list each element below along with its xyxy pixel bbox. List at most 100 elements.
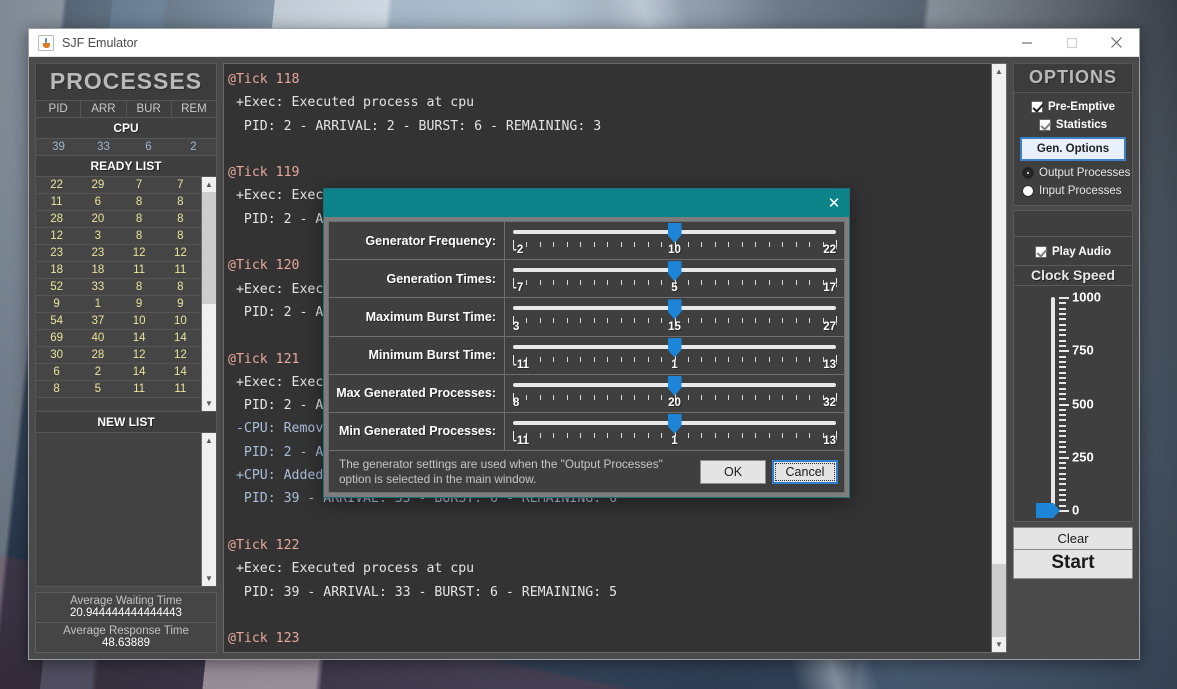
table-row[interactable]: 22 29 7 7 xyxy=(36,177,201,194)
clock-tick xyxy=(1059,467,1066,470)
scrollbar-thumb[interactable] xyxy=(992,564,1006,637)
cancel-button[interactable]: Cancel xyxy=(772,459,838,484)
new-list-scrollbar[interactable]: ▲ ▼ xyxy=(201,433,216,586)
checkbox-statistics[interactable]: Statistics xyxy=(1014,116,1132,134)
scroll-up-icon[interactable]: ▲ xyxy=(992,64,1006,79)
table-cell: 28 xyxy=(50,213,64,225)
clock-tick xyxy=(1059,462,1066,465)
table-cell: 12 xyxy=(173,349,187,361)
new-list-rows xyxy=(36,433,201,586)
table-cell: 7 xyxy=(177,179,184,191)
slider-control[interactable]: 3 15 27 xyxy=(505,298,844,335)
table-row[interactable]: 9 1 9 9 xyxy=(36,296,201,313)
clock-tick xyxy=(1059,478,1066,481)
radio-icon xyxy=(1022,167,1034,179)
ok-button[interactable]: OK xyxy=(700,459,766,484)
table-cell: 30 xyxy=(50,349,64,361)
radio-output-processes[interactable]: Output Processes xyxy=(1014,164,1132,182)
table-row[interactable]: 52 33 8 8 xyxy=(36,279,201,296)
cpu-row: 39 33 6 2 xyxy=(35,139,217,156)
radio-icon xyxy=(1022,185,1034,197)
table-cell: 12 xyxy=(132,247,146,259)
table-row[interactable]: 54 37 10 10 xyxy=(36,313,201,330)
table-row[interactable]: 28 20 8 8 xyxy=(36,211,201,228)
options-title: OPTIONS xyxy=(1013,63,1133,93)
slider-control[interactable]: -2 10 22 xyxy=(505,222,844,259)
table-cell: 20 xyxy=(91,213,105,225)
slider-value-labels: -11 1 13 xyxy=(513,435,836,449)
dialog-body: Generator Frequency: -2 10 22 Generation Tim… xyxy=(324,217,849,497)
clear-button[interactable]: Clear xyxy=(1013,527,1133,550)
clock-tick xyxy=(1059,307,1066,310)
slider-row: Max Generated Processes: 8 20 32 xyxy=(328,374,845,413)
average-waiting-time: Average Waiting Time 20.944444444444443 xyxy=(35,592,217,623)
start-button[interactable]: Start xyxy=(1013,550,1133,579)
options-spacer xyxy=(1013,210,1133,237)
checkbox-pre-emptive[interactable]: Pre-Emptive xyxy=(1014,98,1132,116)
clock-tick xyxy=(1059,334,1066,337)
scroll-down-icon[interactable]: ▼ xyxy=(992,637,1006,652)
table-cell: 7 xyxy=(135,179,143,191)
console-line: PID: 39 - ARRIVAL: 33 - BURST: 6 - REMAI… xyxy=(228,584,618,600)
ready-list-scrollbar[interactable]: ▲ ▼ xyxy=(201,177,216,411)
table-row[interactable]: 8 5 11 11 xyxy=(36,381,201,398)
clock-slider-thumb[interactable] xyxy=(1036,503,1060,518)
table-row[interactable]: 30 28 12 12 xyxy=(36,347,201,364)
clock-speed-slider[interactable]: 1000 750 500 250 0 xyxy=(1013,286,1133,522)
table-row[interactable]: 11 6 8 8 xyxy=(36,194,201,211)
slider-control[interactable]: 8 20 32 xyxy=(505,375,844,412)
slider-list: Generator Frequency: -2 10 22 Generation Tim… xyxy=(328,221,845,452)
gen-options-button[interactable]: Gen. Options xyxy=(1020,137,1126,161)
scroll-down-icon[interactable]: ▼ xyxy=(202,571,216,586)
table-row[interactable]: 23 23 12 12 xyxy=(36,245,201,262)
table-row[interactable]: 69 40 14 14 xyxy=(36,330,201,347)
clock-tick xyxy=(1059,382,1066,385)
slider-control[interactable]: -7 5 17 xyxy=(505,260,844,297)
slider-min-label: -11 xyxy=(513,358,529,371)
clock-slider-track xyxy=(1051,297,1055,509)
slider-min-label: 8 xyxy=(513,396,520,409)
clock-tick xyxy=(1059,355,1066,358)
clock-tick xyxy=(1059,414,1066,417)
table-cell: 33 xyxy=(91,281,105,293)
radio-input-processes[interactable]: Input Processes xyxy=(1014,182,1132,200)
scroll-down-icon[interactable]: ▼ xyxy=(202,396,216,411)
table-row[interactable]: 12 3 8 8 xyxy=(36,228,201,245)
table-cell: 40 xyxy=(91,332,105,344)
table-cell: 11 xyxy=(174,383,187,395)
clock-tick xyxy=(1059,392,1066,395)
table-row[interactable]: 18 18 11 11 xyxy=(36,262,201,279)
clock-tick xyxy=(1059,302,1066,305)
table-row[interactable]: 6 2 14 14 xyxy=(36,364,201,381)
minimize-icon[interactable] xyxy=(1004,29,1049,56)
scroll-up-icon[interactable]: ▲ xyxy=(202,177,216,192)
audio-group: Play Audio xyxy=(1013,237,1133,266)
console-scrollbar[interactable]: ▲ ▼ xyxy=(991,64,1006,652)
clock-tick xyxy=(1059,366,1066,369)
slider-control[interactable]: -11 1 13 xyxy=(505,337,844,374)
radio-input-processes-label: Input Processes xyxy=(1039,185,1122,197)
checkbox-play-audio[interactable]: Play Audio xyxy=(1014,243,1132,261)
close-icon[interactable]: ✕ xyxy=(819,189,849,217)
table-cell: 10 xyxy=(132,315,146,327)
dialog-note: The generator settings are used when the… xyxy=(339,456,663,486)
clock-tick-label: 1000 xyxy=(1072,289,1101,305)
slider-row: Minimum Burst Time: -11 1 13 xyxy=(328,336,845,375)
scrollbar-thumb[interactable] xyxy=(202,192,216,305)
processes-title: PROCESSES xyxy=(35,63,217,101)
close-icon[interactable] xyxy=(1094,29,1139,56)
clock-tick xyxy=(1059,344,1066,347)
slider-max-label: 32 xyxy=(823,396,836,409)
dialog-titlebar: ✕ xyxy=(324,189,849,217)
slider-control[interactable]: -11 1 13 xyxy=(505,413,844,450)
checkbox-icon xyxy=(1035,246,1047,258)
table-cell: 3 xyxy=(94,230,102,242)
scrollbar-track[interactable] xyxy=(992,79,1006,637)
maximize-icon[interactable] xyxy=(1049,29,1094,56)
scrollbar-track[interactable] xyxy=(202,192,216,396)
options-panel: OPTIONS Pre-Emptive Statistics Gen. Opti… xyxy=(1013,63,1133,653)
scroll-up-icon[interactable]: ▲ xyxy=(202,433,216,448)
scrollbar-track[interactable] xyxy=(202,448,216,571)
cpu-pid: 39 xyxy=(52,141,65,153)
clock-tick xyxy=(1059,435,1066,438)
